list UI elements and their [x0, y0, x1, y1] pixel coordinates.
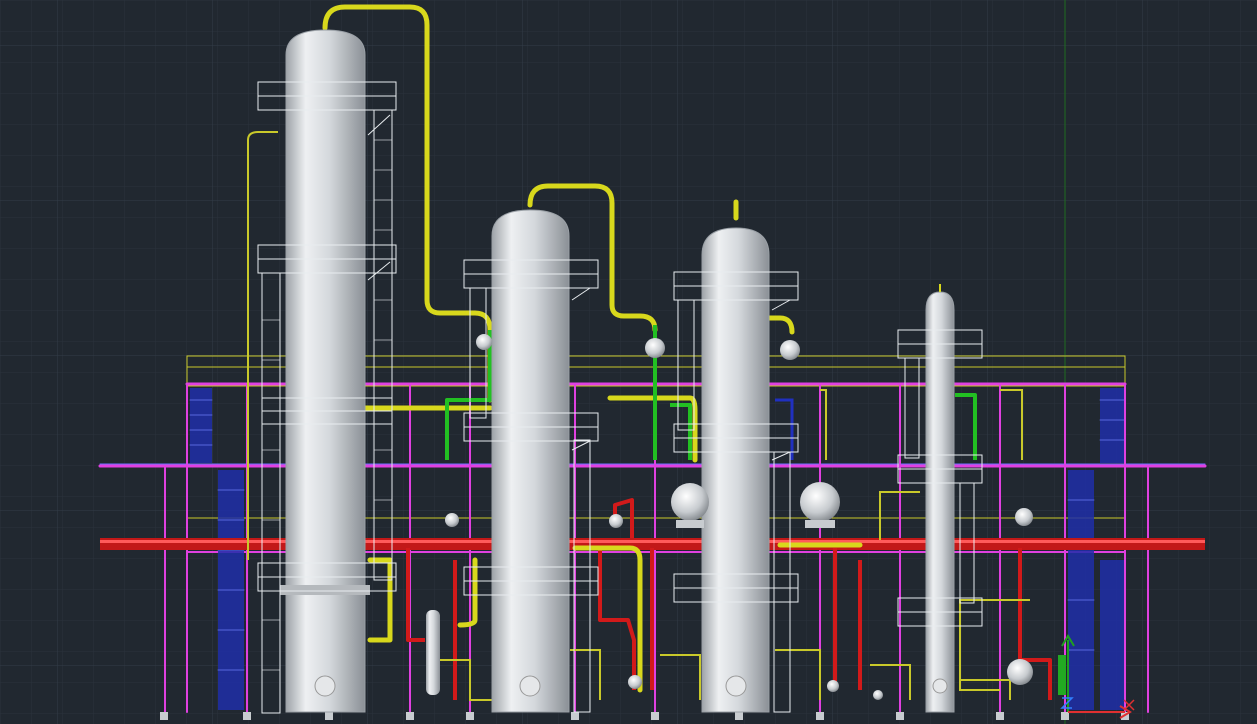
manway-icon — [932, 678, 948, 694]
drum-1[interactable] — [671, 483, 709, 528]
manway-icon — [725, 675, 747, 697]
manway-icon — [519, 675, 541, 697]
drum-2[interactable] — [800, 482, 840, 528]
column-t2[interactable] — [491, 209, 570, 713]
manway-icon — [314, 675, 336, 697]
drawing-canvas[interactable] — [0, 0, 1257, 724]
column-t1[interactable] — [280, 29, 370, 713]
column-t4[interactable] — [925, 284, 955, 713]
column-t3[interactable] — [701, 227, 770, 713]
model-space-viewport[interactable] — [0, 0, 1257, 724]
